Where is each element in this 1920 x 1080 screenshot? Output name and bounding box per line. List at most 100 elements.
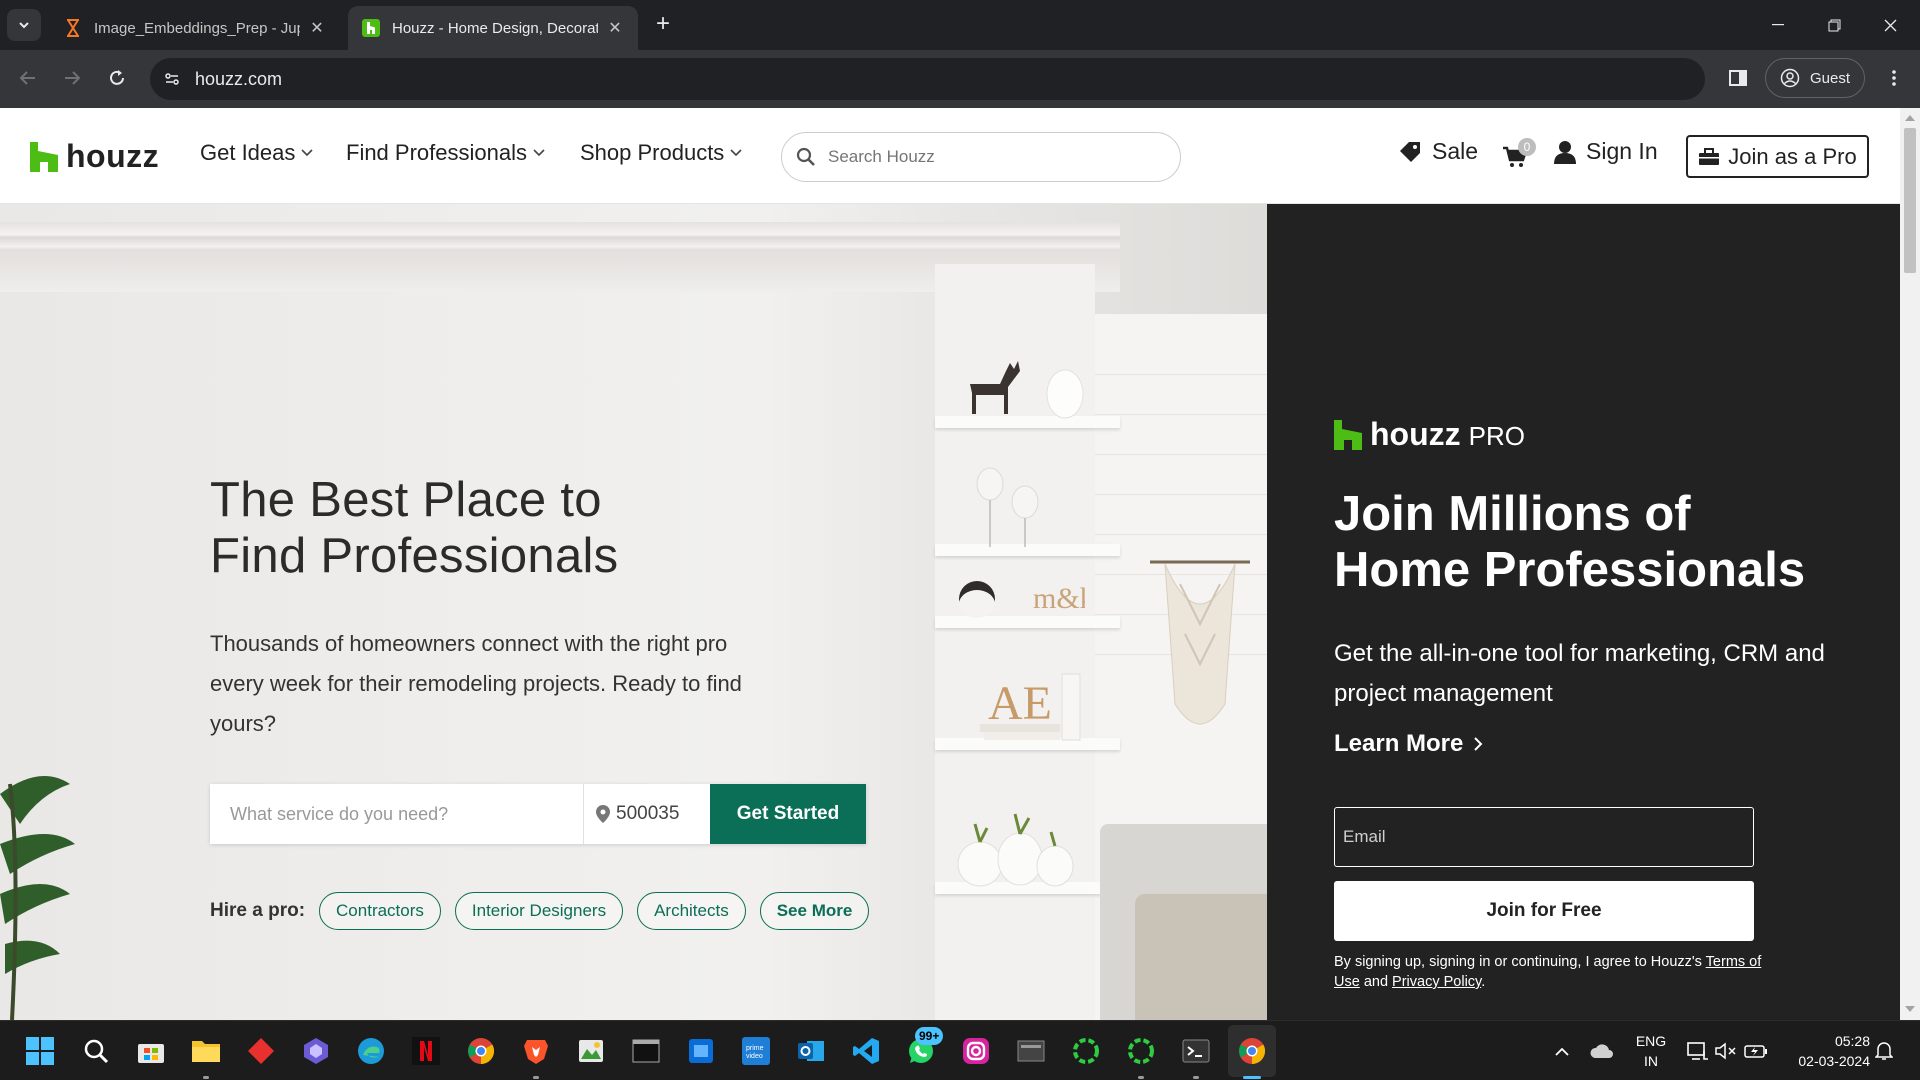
app-green-ring-icon[interactable] bbox=[1125, 1035, 1157, 1067]
outlook-icon[interactable] bbox=[795, 1035, 827, 1067]
address-bar[interactable]: houzz.com bbox=[150, 58, 1705, 100]
instagram-icon[interactable] bbox=[960, 1035, 992, 1067]
scroll-down-arrow-icon[interactable] bbox=[1905, 1006, 1915, 1012]
chip-architects[interactable]: Architects bbox=[637, 892, 746, 930]
close-tab-icon[interactable]: ✕ bbox=[308, 19, 326, 37]
notification-bell-icon[interactable] bbox=[1868, 1035, 1900, 1067]
zip-code-input[interactable]: 500035 bbox=[584, 784, 710, 844]
hero-section: m&k AE The Best Place to Find Profession… bbox=[0, 204, 1267, 1020]
site-search-input[interactable]: Search Houzz bbox=[781, 132, 1181, 182]
chevron-right-icon bbox=[1473, 736, 1483, 752]
hire-label: Hire a pro: bbox=[210, 900, 306, 921]
windows-terminal-icon[interactable] bbox=[1180, 1035, 1212, 1067]
nav-get-ideas[interactable]: Get Ideas bbox=[200, 140, 313, 166]
macrame-wall-hanging-icon bbox=[1150, 560, 1250, 725]
sale-link[interactable]: Sale bbox=[1398, 138, 1478, 165]
search-placeholder: Search Houzz bbox=[828, 147, 935, 166]
copilot-icon[interactable] bbox=[300, 1035, 332, 1067]
forward-button[interactable] bbox=[56, 62, 88, 94]
vscode-icon[interactable] bbox=[850, 1035, 882, 1067]
close-window-button[interactable] bbox=[1862, 0, 1918, 50]
pro-logo-suffix: PRO bbox=[1468, 421, 1525, 451]
privacy-policy-link[interactable]: Privacy Policy bbox=[1392, 974, 1481, 990]
new-tab-button[interactable]: + bbox=[650, 12, 676, 38]
app-red-diamond-icon[interactable] bbox=[245, 1035, 277, 1067]
reload-icon bbox=[110, 70, 124, 85]
hire-a-pro-row: Hire a pro: Contractors Interior Designe… bbox=[210, 892, 883, 930]
sign-in-link[interactable]: Sign In bbox=[1554, 138, 1658, 165]
logo-wordmark: houzz bbox=[66, 138, 160, 174]
start-windows-icon[interactable] bbox=[24, 1035, 56, 1067]
pro-logo-wordmark: houzz bbox=[1370, 416, 1461, 452]
browser-toolbar: houzz.com Guest bbox=[0, 50, 1920, 108]
nav-label: Find Professionals bbox=[346, 140, 527, 165]
get-started-button[interactable]: Get Started bbox=[710, 784, 866, 844]
service-input[interactable]: What service do you need? bbox=[210, 784, 584, 844]
battery-charging-icon[interactable] bbox=[1740, 1035, 1772, 1067]
nav-label: Shop Products bbox=[580, 140, 725, 165]
restore-icon bbox=[1828, 19, 1840, 31]
scrollbar-thumb[interactable] bbox=[1904, 128, 1916, 273]
page-scrollbar[interactable] bbox=[1900, 108, 1920, 1020]
join-for-free-button[interactable]: Join for Free bbox=[1334, 881, 1754, 941]
system-clock[interactable]: 05:28 02-03-2024 bbox=[1780, 1031, 1870, 1071]
houzz-logo[interactable]: houzz bbox=[30, 138, 159, 175]
chrome-icon[interactable] bbox=[465, 1035, 497, 1067]
houzz-favicon-icon bbox=[362, 19, 380, 37]
nav-find-professionals[interactable]: Find Professionals bbox=[346, 140, 545, 166]
legal-prefix: By signing up, signing in or continuing,… bbox=[1334, 954, 1706, 970]
briefcase-icon bbox=[1699, 147, 1720, 165]
tab-jupyter[interactable]: Image_Embeddings_Prep - Jupy ✕ bbox=[50, 6, 340, 50]
minimize-button[interactable] bbox=[1750, 0, 1806, 50]
chip-see-more[interactable]: See More bbox=[759, 892, 870, 930]
microsoft-store-icon[interactable] bbox=[135, 1035, 167, 1067]
tab-houzz[interactable]: Houzz - Home Design, Decorati ✕ bbox=[348, 6, 638, 50]
running-indicator bbox=[1193, 1076, 1199, 1079]
web-page: houzz Get Ideas Find Professionals Shop … bbox=[0, 108, 1900, 1020]
edge-icon[interactable] bbox=[355, 1035, 387, 1067]
show-hidden-icons-chevron-up-icon[interactable] bbox=[1546, 1035, 1578, 1067]
browser-menu-button[interactable] bbox=[1878, 62, 1910, 94]
onedrive-cloud-icon[interactable] bbox=[1586, 1035, 1618, 1067]
white-planters-icon bbox=[957, 813, 1074, 887]
nav-shop-products[interactable]: Shop Products bbox=[580, 140, 742, 166]
taskbar-search-icon[interactable] bbox=[80, 1035, 112, 1067]
restore-button[interactable] bbox=[1806, 0, 1862, 50]
chevron-down-icon bbox=[301, 149, 313, 157]
email-field[interactable]: Email bbox=[1334, 807, 1754, 867]
site-info-icon[interactable] bbox=[157, 64, 187, 94]
language-indicator[interactable]: ENG IN bbox=[1631, 1031, 1671, 1071]
sale-label: Sale bbox=[1432, 138, 1479, 164]
terminal-window-icon[interactable] bbox=[630, 1035, 662, 1067]
close-tab-icon[interactable]: ✕ bbox=[606, 19, 624, 37]
svg-text:m&k: m&k bbox=[1033, 582, 1085, 615]
brave-browser-icon[interactable] bbox=[520, 1035, 552, 1067]
app-green-icon[interactable] bbox=[575, 1035, 607, 1067]
ae-letters-books-icon: AE bbox=[980, 673, 1081, 741]
site-header: houzz Get Ideas Find Professionals Shop … bbox=[0, 108, 1900, 204]
legal-suffix: . bbox=[1481, 974, 1486, 990]
svg-text:prime: prime bbox=[746, 1045, 764, 1052]
file-explorer-icon[interactable] bbox=[190, 1035, 222, 1067]
join-as-pro-button[interactable]: Join as a Pro bbox=[1686, 135, 1869, 178]
shelf-decor-icon: m&k bbox=[959, 581, 1085, 618]
app-blue-icon[interactable] bbox=[685, 1035, 717, 1067]
chrome-active-icon[interactable] bbox=[1236, 1035, 1268, 1067]
scroll-up-arrow-icon[interactable] bbox=[1905, 115, 1915, 121]
back-button[interactable] bbox=[12, 62, 44, 94]
netflix-icon[interactable] bbox=[410, 1035, 442, 1067]
tab-search-button[interactable] bbox=[7, 9, 41, 41]
chip-contractors[interactable]: Contractors bbox=[319, 892, 441, 930]
app-gray-window-icon[interactable] bbox=[1015, 1035, 1047, 1067]
vase-icon bbox=[1046, 369, 1084, 419]
volume-muted-icon[interactable] bbox=[1710, 1035, 1742, 1067]
legal-and: and bbox=[1359, 974, 1393, 990]
chip-interior-designers[interactable]: Interior Designers bbox=[454, 892, 624, 930]
learn-more-link[interactable]: Learn More bbox=[1334, 730, 1483, 758]
profile-icon bbox=[1780, 68, 1800, 88]
reload-button[interactable] bbox=[101, 62, 133, 94]
profile-button[interactable]: Guest bbox=[1765, 58, 1865, 98]
prime-video-icon[interactable]: prime video bbox=[740, 1035, 772, 1067]
app-green-ring-icon[interactable] bbox=[1070, 1035, 1102, 1067]
side-panel-button[interactable] bbox=[1722, 62, 1754, 94]
